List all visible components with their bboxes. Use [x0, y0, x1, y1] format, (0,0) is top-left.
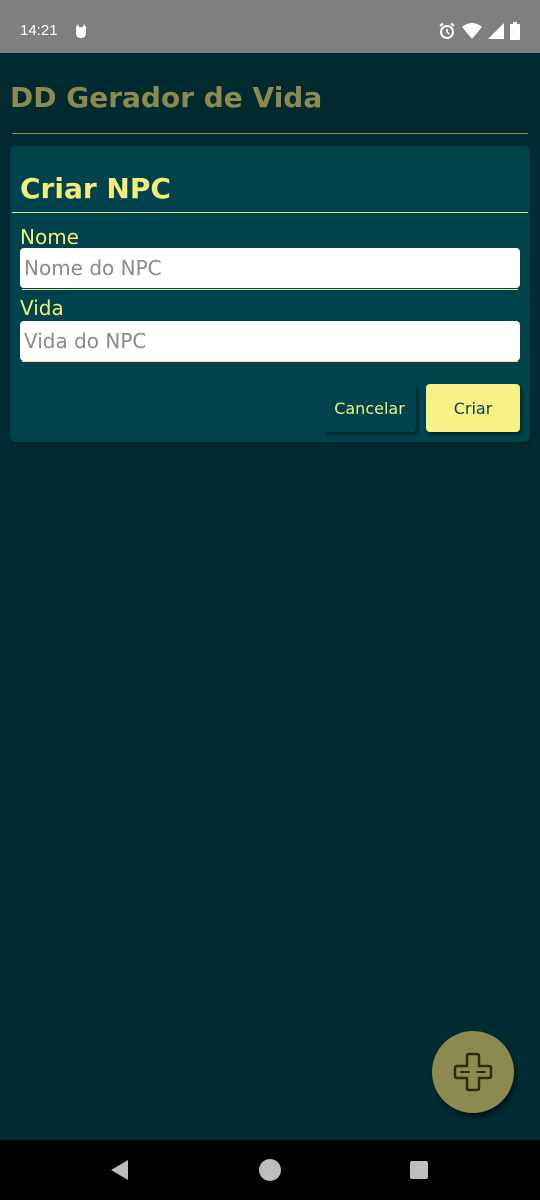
add-npc-fab[interactable]	[432, 1031, 514, 1113]
npc-name-input[interactable]	[20, 248, 520, 288]
dialog-title: Criar NPC	[20, 172, 171, 205]
home-icon	[259, 1159, 281, 1181]
wifi-icon	[462, 23, 482, 39]
battery-icon	[510, 22, 520, 40]
status-icons	[438, 21, 520, 41]
create-npc-dialog: Criar NPC Nome Vida Cancelar Criar	[10, 146, 530, 442]
npc-life-input[interactable]	[20, 321, 520, 361]
alarm-icon	[438, 22, 456, 40]
name-input-underline	[22, 289, 518, 290]
recents-button[interactable]	[407, 1158, 431, 1182]
cancel-button[interactable]: Cancelar	[323, 384, 416, 432]
name-field-label: Nome	[20, 225, 79, 249]
back-icon	[111, 1160, 128, 1180]
life-field-label: Vida	[20, 296, 64, 320]
notification-app-icon	[73, 23, 89, 39]
cellular-signal-icon	[488, 23, 504, 39]
recents-icon	[410, 1161, 428, 1179]
status-bar: 14:21	[0, 0, 540, 53]
app-title: DD Gerador de Vida	[10, 81, 323, 114]
life-input-underline	[22, 361, 518, 362]
plus-cross-icon	[453, 1052, 493, 1092]
header-divider	[12, 133, 528, 134]
dialog-divider	[12, 212, 528, 213]
back-button[interactable]	[108, 1158, 132, 1182]
create-button[interactable]: Criar	[426, 384, 520, 432]
status-time: 14:21	[20, 22, 58, 39]
home-button[interactable]	[258, 1158, 282, 1182]
system-nav-bar	[0, 1140, 540, 1200]
